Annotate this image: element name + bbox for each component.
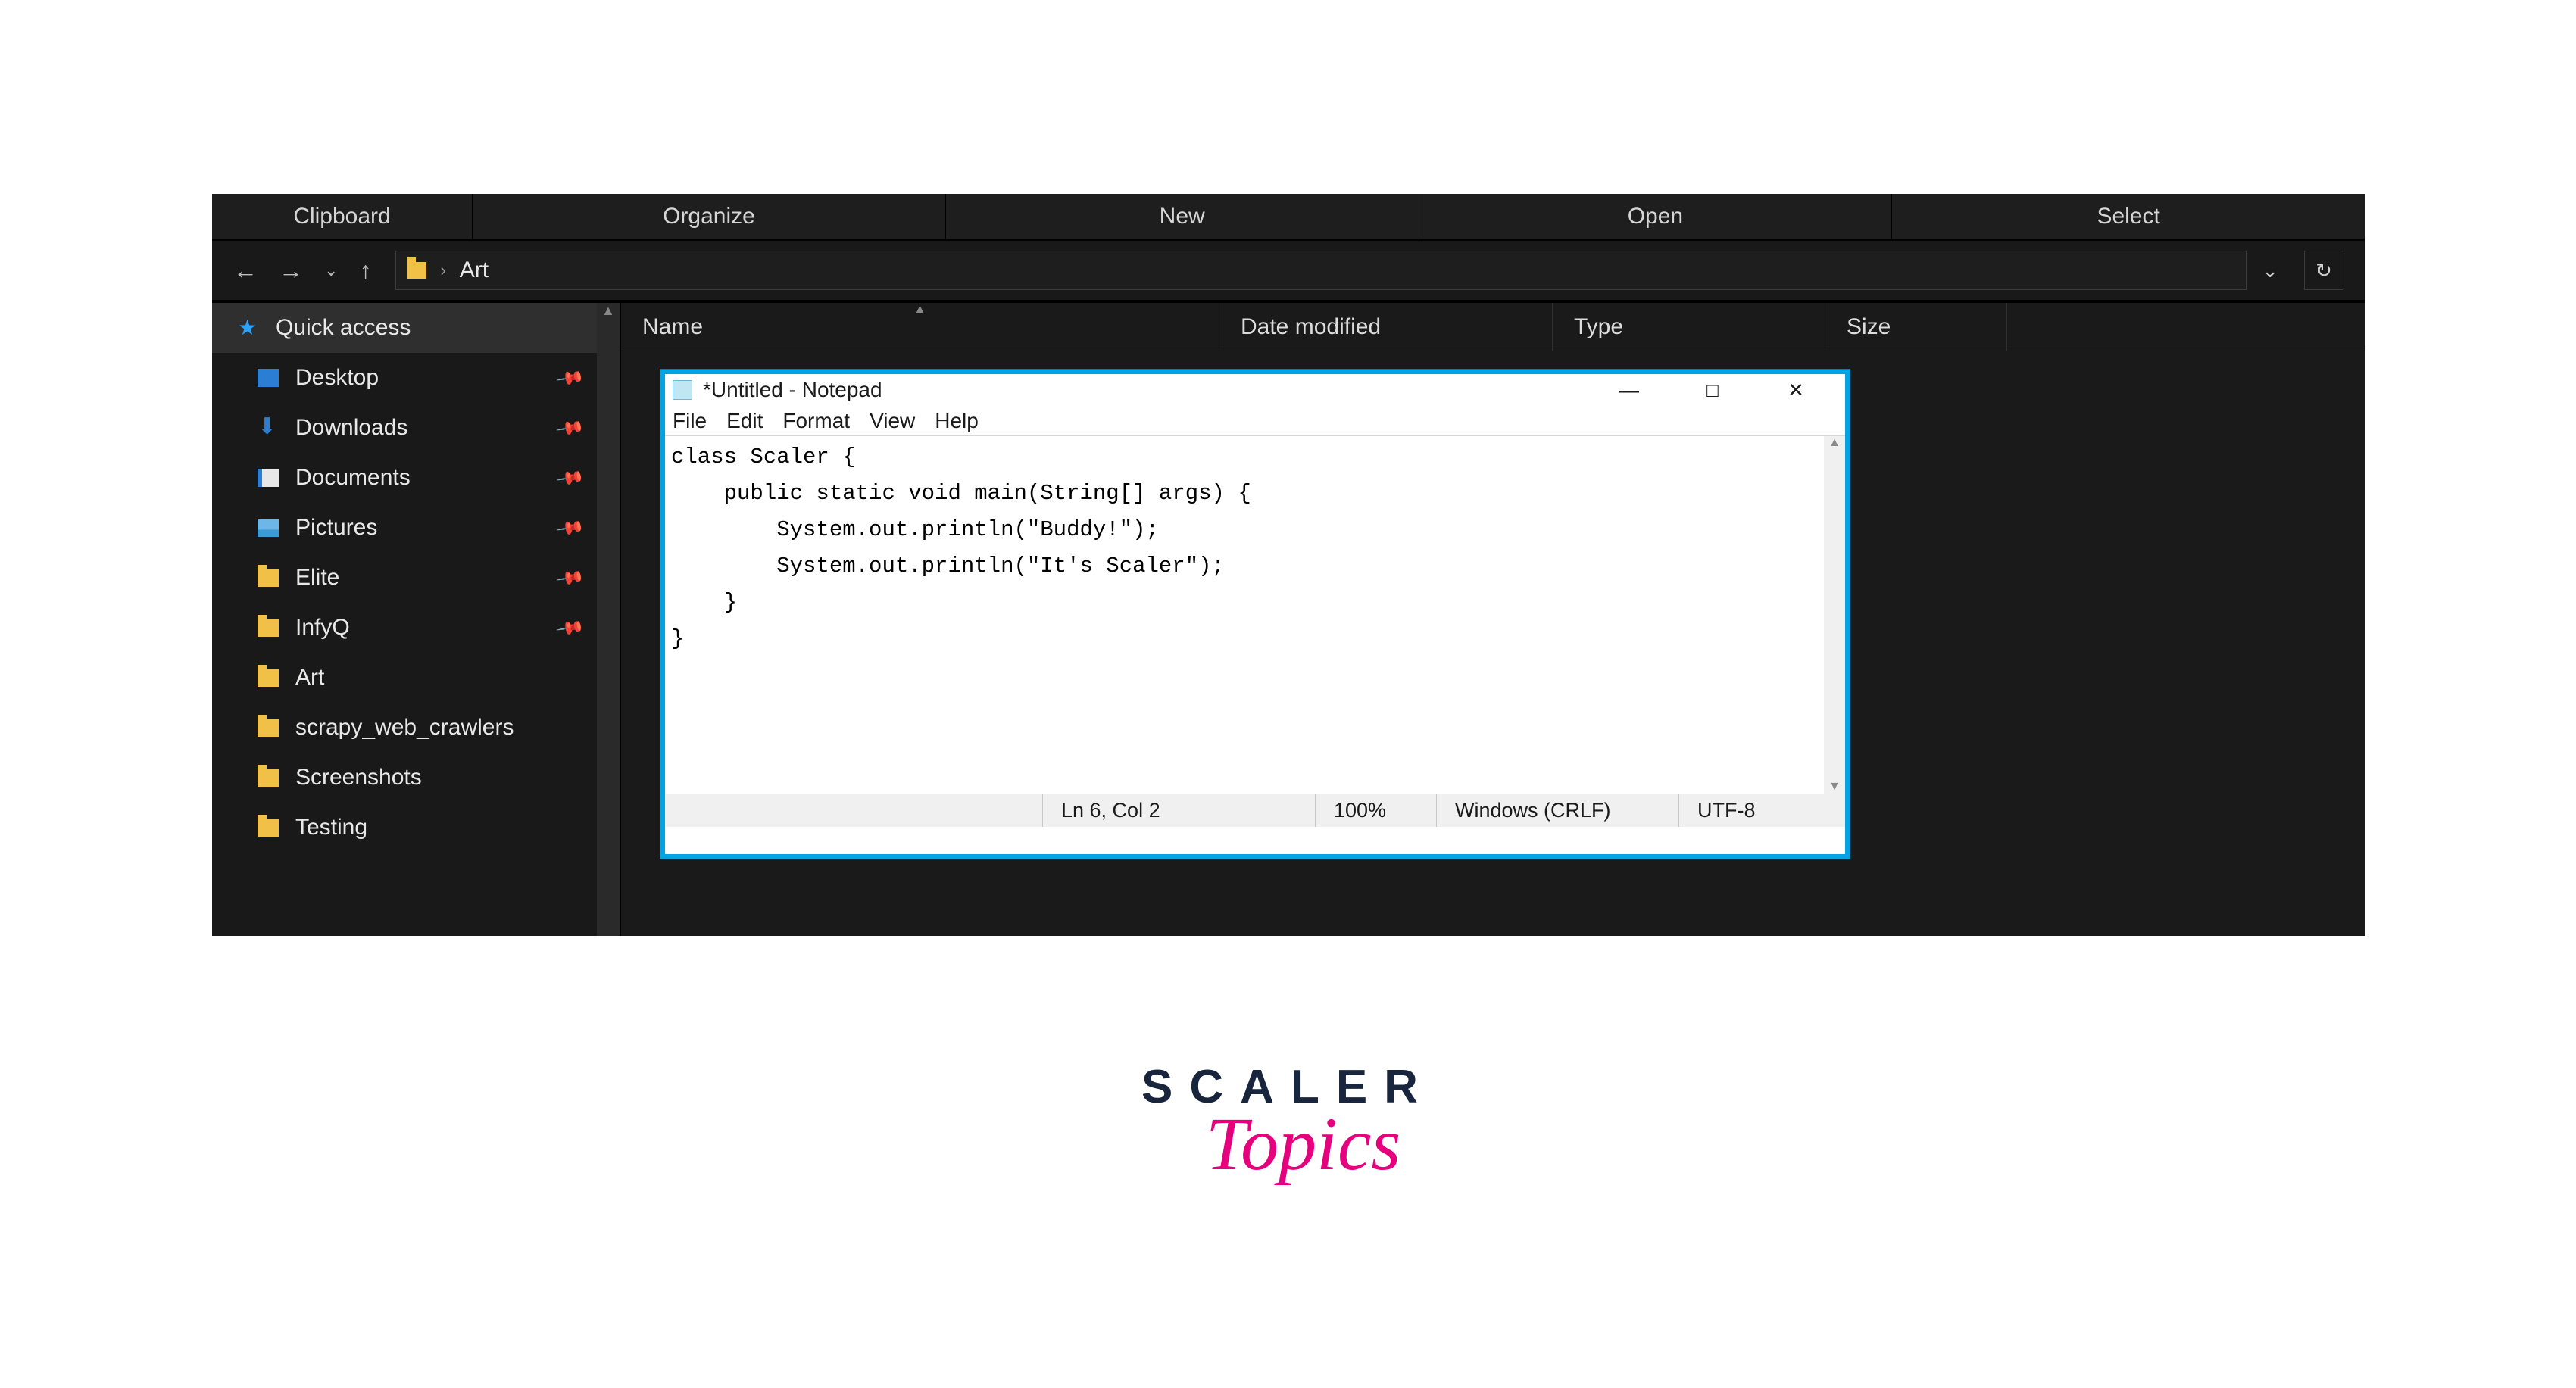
folder-icon: [258, 769, 279, 787]
sidebar-item-testing[interactable]: Testing: [212, 803, 597, 853]
explorer-window: Clipboard Organize New Open Select ← → ⌄…: [212, 194, 2365, 936]
nav-bar: ← → ⌄ ↑ › Art ⌄ ↻: [212, 239, 2365, 300]
sidebar-item-pictures[interactable]: Pictures 📌: [212, 503, 597, 553]
notepad-scrollbar[interactable]: ▲ ▼: [1824, 436, 1845, 794]
sidebar-item-infyq[interactable]: InfyQ 📌: [212, 603, 597, 653]
notepad-textarea[interactable]: class Scaler { public static void main(S…: [665, 436, 1824, 794]
sidebar-item-label: Testing: [295, 815, 367, 841]
ribbon-group-clipboard[interactable]: Clipboard: [212, 194, 472, 239]
scroll-up-icon[interactable]: ▲: [1824, 436, 1845, 450]
sidebar-item-documents[interactable]: Documents 📌: [212, 453, 597, 503]
sidebar-scrollbar[interactable]: ▲: [597, 303, 620, 936]
sidebar-item-label: Downloads: [295, 415, 407, 441]
sidebar-item-downloads[interactable]: ⬇ Downloads 📌: [212, 403, 597, 453]
folder-icon: [258, 719, 279, 737]
sidebar-quick-access[interactable]: ★ Quick access: [212, 303, 597, 353]
ribbon-group-new[interactable]: New: [946, 194, 1419, 239]
ribbon-group-open[interactable]: Open: [1419, 194, 1892, 239]
status-zoom: 100%: [1315, 794, 1436, 827]
folder-icon: [258, 669, 279, 687]
back-button[interactable]: ←: [233, 257, 258, 285]
ribbon: Clipboard Organize New Open Select: [212, 194, 2365, 239]
document-icon: [258, 469, 279, 487]
column-size[interactable]: Size: [1825, 303, 2007, 351]
menu-view[interactable]: View: [870, 409, 915, 433]
sidebar-item-label: Screenshots: [295, 765, 422, 791]
folder-icon: [407, 262, 426, 279]
address-dropdown[interactable]: ⌄: [2262, 259, 2278, 282]
up-button[interactable]: ↑: [359, 257, 371, 285]
menu-help[interactable]: Help: [935, 409, 979, 433]
column-date[interactable]: Date modified: [1219, 303, 1553, 351]
status-encoding: UTF-8: [1678, 794, 1845, 827]
pictures-icon: [258, 519, 279, 537]
notepad-menubar: File Edit Format View Help: [665, 406, 1845, 436]
nav-arrows: ← → ⌄ ↑: [223, 257, 371, 285]
sidebar-item-label: Art: [295, 665, 324, 691]
sort-asc-icon: ▲: [913, 301, 927, 317]
desktop-icon: [258, 369, 279, 387]
address-bar[interactable]: › Art: [395, 251, 2247, 290]
scroll-down-icon[interactable]: ▼: [1824, 780, 1845, 794]
column-headers: Name ▲ Date modified Type Size: [621, 303, 2365, 351]
forward-button[interactable]: →: [279, 257, 303, 285]
pin-icon: 📌: [554, 563, 585, 594]
brand-line2: Topics: [1172, 1100, 1435, 1187]
pin-icon: 📌: [554, 513, 585, 544]
brand-logo: SCALER Topics: [1141, 1060, 1435, 1187]
close-button[interactable]: ✕: [1754, 374, 1838, 406]
pin-icon: 📌: [554, 363, 585, 394]
sidebar-item-label: Quick access: [276, 315, 411, 341]
menu-format[interactable]: Format: [782, 409, 850, 433]
pin-icon: 📌: [554, 413, 585, 444]
sidebar-item-elite[interactable]: Elite 📌: [212, 553, 597, 603]
chevron-right-icon: ›: [440, 260, 445, 280]
sidebar-item-art[interactable]: Art: [212, 653, 597, 703]
folder-icon: [258, 569, 279, 587]
download-icon: ⬇: [258, 419, 279, 437]
sidebar: ★ Quick access Desktop 📌 ⬇ Downloads 📌 D…: [212, 303, 597, 936]
sidebar-item-label: Desktop: [295, 365, 379, 391]
column-type[interactable]: Type: [1553, 303, 1825, 351]
notepad-title: *Untitled - Notepad: [703, 378, 882, 402]
maximize-button[interactable]: □: [1671, 374, 1754, 406]
column-name[interactable]: Name ▲: [621, 303, 1219, 351]
ribbon-group-organize[interactable]: Organize: [473, 194, 945, 239]
notepad-statusbar: Ln 6, Col 2 100% Windows (CRLF) UTF-8: [665, 794, 1845, 827]
menu-edit[interactable]: Edit: [726, 409, 763, 433]
folder-icon: [258, 819, 279, 837]
recent-dropdown[interactable]: ⌄: [324, 260, 338, 280]
breadcrumb[interactable]: Art: [460, 257, 489, 283]
ribbon-group-select[interactable]: Select: [1892, 194, 2365, 239]
pin-icon: 📌: [554, 613, 585, 644]
sidebar-item-screenshots[interactable]: Screenshots: [212, 753, 597, 803]
sidebar-item-label: scrapy_web_crawlers: [295, 715, 514, 741]
sidebar-item-label: Pictures: [295, 515, 377, 541]
sidebar-item-label: InfyQ: [295, 615, 350, 641]
notepad-titlebar[interactable]: *Untitled - Notepad — □ ✕: [665, 374, 1845, 406]
minimize-button[interactable]: —: [1588, 374, 1671, 406]
sidebar-item-scrapy[interactable]: scrapy_web_crawlers: [212, 703, 597, 753]
star-icon: ★: [238, 319, 259, 337]
sidebar-item-desktop[interactable]: Desktop 📌: [212, 353, 597, 403]
scroll-up-icon[interactable]: ▲: [597, 303, 620, 319]
status-line-ending: Windows (CRLF): [1436, 794, 1678, 827]
sidebar-item-label: Documents: [295, 465, 411, 491]
pin-icon: 📌: [554, 463, 585, 494]
folder-icon: [258, 619, 279, 637]
notepad-window: *Untitled - Notepad — □ ✕ File Edit Form…: [660, 370, 1850, 859]
sidebar-item-label: Elite: [295, 565, 339, 591]
content-pane: Name ▲ Date modified Type Size *Untitled…: [621, 303, 2365, 936]
status-cursor-pos: Ln 6, Col 2: [1042, 794, 1315, 827]
menu-file[interactable]: File: [673, 409, 707, 433]
notepad-icon: [673, 380, 692, 400]
refresh-button[interactable]: ↻: [2304, 251, 2343, 290]
status-empty: [665, 794, 1042, 827]
